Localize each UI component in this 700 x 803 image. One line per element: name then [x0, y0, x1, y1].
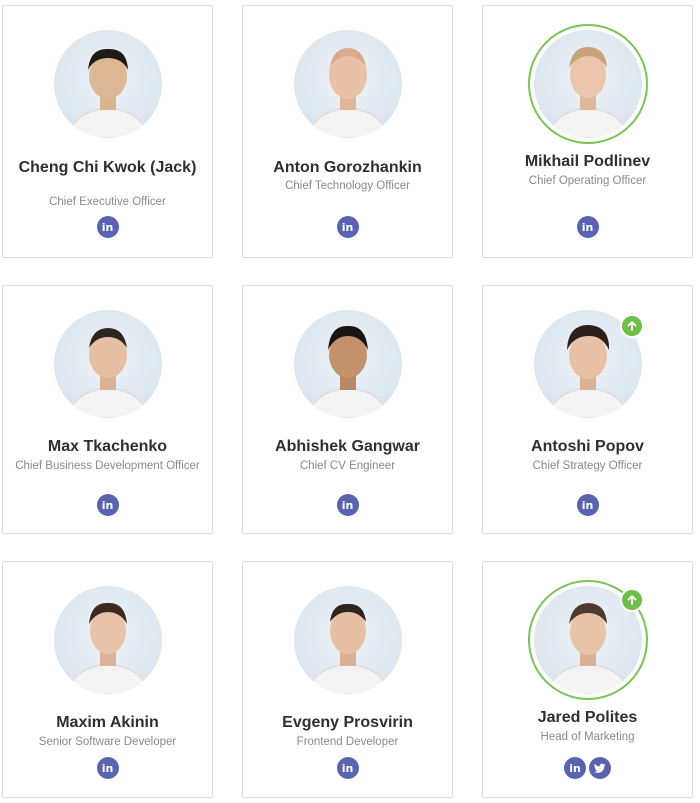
member-name: Jared Polites	[537, 709, 638, 726]
linkedin-icon[interactable]: in	[564, 757, 586, 779]
social-links: in	[483, 757, 692, 779]
avatar	[54, 586, 162, 694]
person-photo	[547, 46, 629, 138]
person-photo	[307, 603, 389, 694]
member-name: Abhishek Gangwar	[275, 438, 420, 455]
member-title: Chief CV Engineer	[299, 460, 396, 472]
member-title: Senior Software Developer	[38, 736, 177, 748]
member-title: Head of Marketing	[540, 731, 635, 743]
social-links: in	[243, 216, 452, 238]
member-title: Chief Strategy Officer	[532, 460, 643, 472]
avatar	[294, 310, 402, 418]
avatar	[528, 24, 648, 144]
member-name: Max Tkachenko	[47, 438, 168, 455]
member-name: Mikhail Podlinev	[524, 153, 651, 170]
team-card-antoshi-popov: Antoshi Popov Chief Strategy Officer in	[482, 285, 693, 534]
team-card-jared-polites: Jared Polites Head of Marketing in	[482, 561, 693, 798]
member-title: Chief Business Development Officer	[15, 460, 200, 472]
member-name: Anton Gorozhankin	[273, 159, 422, 176]
avatar	[54, 310, 162, 418]
social-links: in	[483, 216, 692, 238]
person-photo	[67, 48, 149, 138]
member-title: Frontend Developer	[296, 736, 399, 748]
arrow-up-badge-icon	[620, 314, 644, 338]
member-name: Maxim Akinin	[56, 714, 159, 731]
avatar	[294, 30, 402, 138]
social-links: in	[3, 494, 212, 516]
member-name: Cheng Chi Kwok (Jack)	[18, 159, 197, 176]
social-links: in	[243, 757, 452, 779]
member-name: Evgeny Prosvirin	[282, 714, 413, 731]
member-title: Chief Technology Officer	[285, 180, 410, 192]
social-links: in	[3, 757, 212, 779]
linkedin-icon[interactable]: in	[336, 216, 359, 238]
team-card-abhishek-gangwar: Abhishek Gangwar Chief CV Engineer in	[242, 285, 453, 534]
team-card-evgeny-prosvirin: Evgeny Prosvirin Frontend Developer in	[242, 561, 453, 798]
person-photo	[67, 328, 149, 418]
arrow-up-badge-icon	[620, 588, 644, 612]
social-links: in	[243, 494, 452, 516]
linkedin-icon[interactable]: in	[96, 757, 119, 779]
linkedin-icon[interactable]: in	[96, 494, 119, 516]
twitter-icon[interactable]	[589, 757, 611, 779]
linkedin-icon[interactable]: in	[96, 216, 119, 238]
person-photo	[307, 48, 389, 138]
team-card-max-tkachenko: Max Tkachenko Chief Business Development…	[2, 285, 213, 534]
member-name: Antoshi Popov	[531, 438, 644, 455]
avatar	[294, 586, 402, 694]
social-links: in	[3, 216, 212, 238]
team-card-anton-gorozhankin: Anton Gorozhankin Chief Technology Offic…	[242, 5, 453, 258]
linkedin-icon[interactable]: in	[336, 494, 359, 516]
linkedin-icon[interactable]: in	[336, 757, 359, 779]
member-title: Chief Operating Officer	[528, 175, 647, 187]
linkedin-icon[interactable]: in	[576, 216, 599, 238]
social-links: in	[483, 494, 692, 516]
avatar	[54, 30, 162, 138]
person-photo	[307, 325, 389, 418]
team-card-mikhail-podlinev: Mikhail Podlinev Chief Operating Officer…	[482, 5, 693, 258]
member-title: Chief Executive Officer	[49, 196, 166, 208]
linkedin-icon[interactable]: in	[576, 494, 599, 516]
team-card-maxim-akinin: Maxim Akinin Senior Software Developer i…	[2, 561, 213, 798]
person-photo	[67, 602, 149, 694]
team-card-cheng-chi-kwok: Cheng Chi Kwok (Jack) Chief Executive Of…	[2, 5, 213, 258]
